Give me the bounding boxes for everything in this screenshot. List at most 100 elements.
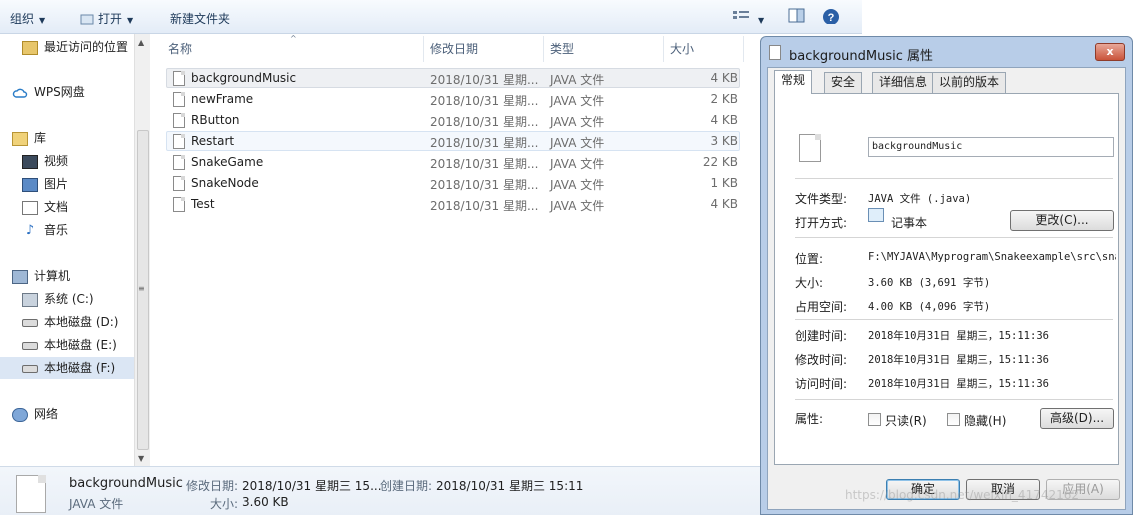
organize-menu[interactable]: 组织 ▼ [10, 10, 45, 27]
change-button[interactable]: 更改(C)... [1010, 210, 1114, 231]
file-size: 2 KB [710, 92, 738, 106]
new-folder-button[interactable]: 新建文件夹 [170, 10, 230, 27]
sidebar-item-libraries[interactable]: 库 [12, 127, 46, 149]
java-file-icon [173, 176, 185, 191]
column-divider[interactable] [663, 36, 664, 62]
file-row[interactable]: SnakeGame 2018/10/31 星期... JAVA 文件 22 KB [166, 152, 740, 172]
sidebar-item-network[interactable]: 网络 [12, 403, 58, 425]
sidebar-item-music[interactable]: ♪ 音乐 [22, 219, 68, 241]
sidebar-item-recent[interactable]: 最近访问的位置 [22, 36, 128, 58]
sidebar-item-label: 图片 [44, 177, 69, 191]
location-label: 位置: [795, 252, 824, 266]
sidebar-item-drive-e[interactable]: 本地磁盘 (E:) [22, 334, 117, 356]
explorer-window: 组织 ▼ 打开 ▼ 新建文件夹 ▼ ? 最近访问的位置 WPS网盘 库 视频 图… [0, 0, 862, 515]
view-dropdown-icon[interactable]: ▼ [758, 12, 764, 26]
details-file-type: JAVA 文件 [69, 497, 124, 511]
file-type: JAVA 文件 [550, 73, 605, 87]
tab-general[interactable]: 常规 [774, 70, 813, 94]
cloud-icon [12, 88, 28, 98]
size-value: 3.60 KB (3,691 字节) [868, 277, 991, 289]
sidebar-item-label: 文档 [44, 200, 69, 214]
file-large-icon [799, 134, 821, 162]
java-file-icon [173, 197, 185, 212]
sidebar-item-videos[interactable]: 视频 [22, 150, 68, 172]
hidden-label[interactable]: 隐藏(H) [964, 412, 1006, 429]
sidebar-item-label: 本地磁盘 (F:) [44, 361, 116, 375]
music-note-icon: ♪ [25, 222, 35, 238]
sidebar-item-drive-f[interactable]: 本地磁盘 (F:) [0, 357, 134, 379]
open-menu[interactable]: 打开 ▼ [80, 10, 133, 27]
divider [795, 178, 1113, 179]
sidebar-item-pictures[interactable]: 图片 [22, 173, 68, 195]
file-type: JAVA 文件 [550, 157, 605, 171]
file-type-label: 文件类型: [795, 192, 848, 206]
sidebar-item-drive-c[interactable]: 系统 (C:) [22, 288, 94, 310]
file-date: 2018/10/31 星期... [430, 73, 539, 87]
readonly-checkbox[interactable] [868, 413, 881, 426]
file-date: 2018/10/31 星期... [430, 199, 539, 213]
filename-field[interactable]: backgroundMusic [868, 137, 1114, 157]
file-row[interactable]: newFrame 2018/10/31 星期... JAVA 文件 2 KB [166, 89, 740, 109]
file-row[interactable]: Test 2018/10/31 星期... JAVA 文件 4 KB [166, 194, 740, 214]
column-header-type[interactable]: 类型 [550, 40, 574, 57]
help-icon[interactable]: ? [822, 8, 840, 24]
sidebar-item-drive-d[interactable]: 本地磁盘 (D:) [22, 311, 118, 333]
open-icon [80, 14, 94, 25]
tab-details[interactable]: 详细信息 [872, 72, 935, 93]
file-row[interactable]: backgroundMusic 2018/10/31 星期... JAVA 文件… [166, 68, 740, 88]
java-file-icon [173, 92, 185, 107]
file-row[interactable]: Restart 2018/10/31 星期... JAVA 文件 3 KB [166, 131, 740, 151]
advanced-button[interactable]: 高级(D)... [1040, 408, 1114, 429]
file-name: backgroundMusic [191, 71, 297, 85]
column-header-name[interactable]: 名称 [168, 40, 192, 57]
video-icon [22, 154, 38, 169]
disk-size-label: 占用空间: [795, 300, 848, 314]
close-button[interactable]: x [1095, 43, 1125, 61]
column-header-size[interactable]: 大小 [670, 40, 694, 57]
column-divider[interactable] [543, 36, 544, 62]
details-modified-label: 修改日期: [186, 479, 239, 493]
hidden-checkbox[interactable] [947, 413, 960, 426]
document-icon [22, 200, 38, 215]
scroll-up-icon[interactable]: ▲ [138, 38, 144, 47]
view-options-icon[interactable] [732, 8, 750, 24]
sidebar-item-computer[interactable]: 计算机 [12, 265, 70, 287]
attributes-label: 属性: [795, 412, 824, 426]
disk-size-value: 4.00 KB (4,096 字节) [868, 301, 991, 313]
file-date: 2018/10/31 星期... [430, 136, 539, 150]
sidebar-item-wps[interactable]: WPS网盘 [12, 81, 85, 103]
sidebar-item-documents[interactable]: 文档 [22, 196, 68, 218]
created-label: 创建时间: [795, 329, 848, 343]
tab-previous-versions[interactable]: 以前的版本 [932, 72, 1007, 93]
open-with-label: 打开方式: [795, 216, 848, 230]
document-icon [769, 45, 781, 60]
library-icon [12, 131, 28, 146]
column-divider[interactable] [423, 36, 424, 62]
organize-label: 组织 [10, 12, 35, 26]
preview-pane-icon[interactable] [788, 8, 806, 24]
file-name: Test [191, 197, 215, 211]
tab-security[interactable]: 安全 [824, 72, 863, 93]
file-name: Restart [191, 134, 235, 148]
file-row[interactable]: SnakeNode 2018/10/31 星期... JAVA 文件 1 KB [166, 173, 740, 193]
file-row[interactable]: RButton 2018/10/31 星期... JAVA 文件 4 KB [166, 110, 740, 130]
column-divider[interactable] [743, 36, 744, 62]
scroll-down-icon[interactable]: ▼ [138, 454, 144, 463]
readonly-label[interactable]: 只读(R) [885, 412, 927, 429]
sidebar-item-label: 本地磁盘 (E:) [44, 338, 117, 352]
sidebar-item-label: 计算机 [34, 269, 71, 283]
hard-drive-icon [22, 341, 38, 350]
accessed-label: 访问时间: [795, 377, 848, 391]
size-label: 大小: [795, 276, 824, 290]
dropdown-arrow-icon: ▼ [127, 16, 134, 25]
file-date: 2018/10/31 星期... [430, 94, 539, 108]
accessed-value: 2018年10月31日 星期三，15:11:36 [868, 378, 1049, 390]
file-size: 4 KB [710, 71, 738, 85]
details-file-name: backgroundMusic [69, 476, 183, 491]
column-header-date[interactable]: 修改日期 [430, 40, 478, 57]
sidebar-scrollbar[interactable]: ▲ ≡ ▼ [134, 34, 150, 466]
file-date: 2018/10/31 星期... [430, 115, 539, 129]
picture-icon [22, 177, 38, 192]
file-size: 4 KB [710, 113, 738, 127]
svg-text:?: ? [828, 12, 835, 24]
